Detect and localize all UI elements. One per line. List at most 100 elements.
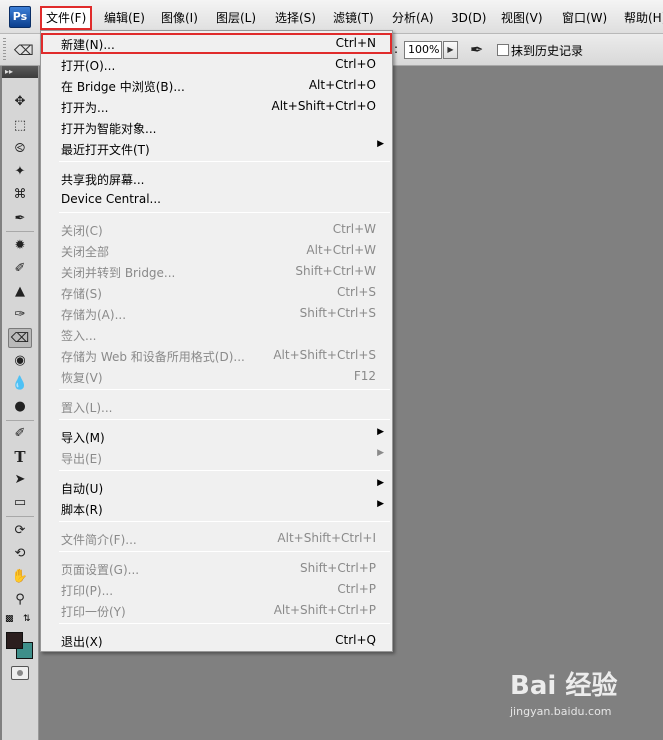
history-brush-tool-icon[interactable]: ✑ — [8, 305, 32, 325]
marquee-tool-icon[interactable]: ⬚ — [8, 116, 32, 136]
menu-item-revert[interactable]: 恢复(V) F12 — [41, 366, 392, 387]
menu-help[interactable]: 帮助(H) — [624, 8, 663, 28]
menu-item-label: 置入(L)... — [61, 401, 113, 415]
erase-to-history-checkbox[interactable] — [497, 44, 509, 56]
menu-item-shortcut: Alt+Shift+Ctrl+S — [273, 348, 376, 362]
menu-item-shortcut: Shift+Ctrl+W — [295, 264, 376, 278]
menu-filter[interactable]: 滤镜(T) — [333, 8, 374, 28]
crop-tool-icon[interactable]: ⌘ — [8, 185, 32, 205]
airbrush-icon[interactable]: ✒ — [470, 40, 483, 59]
default-colors-icon[interactable]: ▩ — [5, 614, 15, 624]
zoom-tool-icon[interactable]: ⚲ — [8, 590, 32, 610]
lasso-tool-icon[interactable]: ⧀ — [8, 139, 32, 159]
menu-layer[interactable]: 图层(L) — [216, 8, 256, 28]
menu-item-label: 最近打开文件(T) — [61, 143, 150, 157]
menu-item-label: 导出(E) — [61, 452, 102, 466]
menu-item-label: 打开为智能对象... — [61, 122, 157, 136]
menu-item-browse-in-bridge[interactable]: 在 Bridge 中浏览(B)... Alt+Ctrl+O — [41, 75, 392, 96]
menu-item-shortcut: Ctrl+P — [337, 582, 376, 596]
menu-separator — [59, 521, 390, 522]
menu-item-shortcut: F12 — [353, 369, 376, 383]
menu-item-label: 关闭全部 — [61, 245, 110, 259]
options-grip-handle[interactable] — [3, 38, 6, 62]
menu-separator — [59, 623, 390, 624]
menu-window[interactable]: 窗口(W) — [562, 8, 607, 28]
menu-item-page-setup[interactable]: 页面设置(G)... Shift+Ctrl+P — [41, 558, 392, 579]
hand-tool-icon[interactable]: ✋ — [8, 567, 32, 587]
pen-tool-icon[interactable]: ✐ — [8, 424, 32, 444]
menu-item-label: 打印(P)... — [61, 584, 114, 598]
submenu-arrow-icon: ▶ — [377, 499, 384, 509]
menu-item-open-recent[interactable]: 最近打开文件(T) ▶ — [41, 138, 392, 159]
menu-view[interactable]: 视图(V) — [501, 8, 543, 28]
quick-mask-icon[interactable] — [11, 666, 29, 680]
spot-healing-tool-icon[interactable]: ✹ — [8, 236, 32, 256]
menu-item-close-and-go-to-bridge[interactable]: 关闭并转到 Bridge... Shift+Ctrl+W — [41, 261, 392, 282]
dodge-tool-icon[interactable]: ● — [8, 397, 32, 417]
3d-orbit-tool-icon[interactable]: ⟲ — [8, 544, 32, 564]
menu-item-label: 导入(M) — [61, 431, 105, 445]
path-selection-tool-icon[interactable]: ➤ — [8, 470, 32, 490]
menu-item-open-as[interactable]: 打开为... Alt+Shift+Ctrl+O — [41, 96, 392, 117]
eyedropper-tool-icon[interactable]: ✒ — [8, 209, 32, 229]
blur-tool-icon[interactable]: 💧 — [8, 374, 32, 394]
magic-wand-tool-icon[interactable]: ✦ — [8, 162, 32, 182]
menu-item-close[interactable]: 关闭(C) Ctrl+W — [41, 219, 392, 240]
menu-analysis[interactable]: 分析(A) — [392, 8, 434, 28]
menu-item-open[interactable]: 打开(O)... Ctrl+O — [41, 54, 392, 75]
menu-item-label: 自动(U) — [61, 482, 104, 496]
watermark-logo: Bai 经验 — [510, 671, 618, 701]
menu-image[interactable]: 图像(I) — [161, 8, 198, 28]
menu-item-print-one-copy[interactable]: 打印一份(Y) Alt+Shift+Ctrl+P — [41, 600, 392, 621]
flow-slider-arrow-icon[interactable]: ▶ — [443, 41, 458, 59]
menu-item-label: Device Central... — [61, 192, 161, 206]
shape-tool-icon[interactable]: ▭ — [8, 493, 32, 513]
menu-item-close-all[interactable]: 关闭全部 Alt+Ctrl+W — [41, 240, 392, 261]
menu-item-scripts[interactable]: 脚本(R) ▶ — [41, 498, 392, 519]
menu-item-shortcut: Ctrl+O — [335, 57, 376, 71]
menu-item-label: 文件简介(F)... — [61, 533, 137, 547]
menu-item-open-as-smart-object[interactable]: 打开为智能对象... — [41, 117, 392, 138]
menu-item-share-my-screen[interactable]: 共享我的屏幕... — [41, 168, 392, 189]
menu-item-label: 关闭(C) — [61, 224, 103, 238]
menu-item-save[interactable]: 存储(S) Ctrl+S — [41, 282, 392, 303]
submenu-arrow-icon: ▶ — [377, 427, 384, 437]
clone-stamp-tool-icon[interactable]: ▲ — [8, 282, 32, 302]
submenu-arrow-icon: ▶ — [377, 478, 384, 488]
menu-item-label: 签入... — [61, 329, 97, 343]
menu-item-label: 退出(X) — [61, 635, 103, 649]
menu-item-place[interactable]: 置入(L)... — [41, 396, 392, 417]
paint-bucket-tool-icon[interactable]: ◉ — [8, 351, 32, 371]
move-tool-icon[interactable]: ✥ — [8, 92, 32, 112]
menu-file[interactable]: 文件(F) — [40, 6, 93, 30]
menu-select[interactable]: 选择(S) — [275, 8, 316, 28]
baidu-jingyan-watermark: Bai 经验 jingyan.baidu.com — [510, 665, 660, 727]
menu-item-file-info[interactable]: 文件简介(F)... Alt+Shift+Ctrl+I — [41, 528, 392, 549]
menu-item-new[interactable]: 新建(N)... Ctrl+N — [41, 33, 392, 54]
eraser-preset-icon[interactable]: ⌫ — [14, 43, 34, 59]
menu-item-label: 页面设置(G)... — [61, 563, 140, 577]
menu-item-label: 脚本(R) — [61, 503, 103, 517]
tools-panel-collapse-icon[interactable]: ▸▸ — [2, 66, 38, 78]
menu-item-import[interactable]: 导入(M) ▶ — [41, 426, 392, 447]
menu-item-save-for-web[interactable]: 存储为 Web 和设备所用格式(D)... Alt+Shift+Ctrl+S — [41, 345, 392, 366]
menu-item-label: 打开(O)... — [61, 59, 116, 73]
swap-colors-icon[interactable]: ⇅ — [23, 614, 33, 624]
brush-tool-icon[interactable]: ✐ — [8, 259, 32, 279]
menu-item-check-in[interactable]: 签入... — [41, 324, 392, 345]
flow-input[interactable]: 100% — [404, 41, 442, 59]
menu-item-device-central[interactable]: Device Central... — [41, 189, 392, 210]
foreground-color-swatch[interactable] — [6, 632, 23, 649]
menu-3d[interactable]: 3D(D) — [451, 8, 486, 28]
menu-separator — [59, 212, 390, 213]
eraser-tool-icon[interactable]: ⌫ — [8, 328, 32, 348]
menu-item-export[interactable]: 导出(E) ▶ — [41, 447, 392, 468]
menu-item-save-as[interactable]: 存储为(A)... Shift+Ctrl+S — [41, 303, 392, 324]
menu-item-print[interactable]: 打印(P)... Ctrl+P — [41, 579, 392, 600]
menu-edit[interactable]: 编辑(E) — [104, 8, 145, 28]
menu-item-exit[interactable]: 退出(X) Ctrl+Q — [41, 630, 392, 651]
menu-item-shortcut: Shift+Ctrl+S — [299, 306, 376, 320]
menu-item-automate[interactable]: 自动(U) ▶ — [41, 477, 392, 498]
type-tool-icon[interactable]: T — [8, 447, 32, 467]
3d-rotate-tool-icon[interactable]: ⟳ — [8, 521, 32, 541]
